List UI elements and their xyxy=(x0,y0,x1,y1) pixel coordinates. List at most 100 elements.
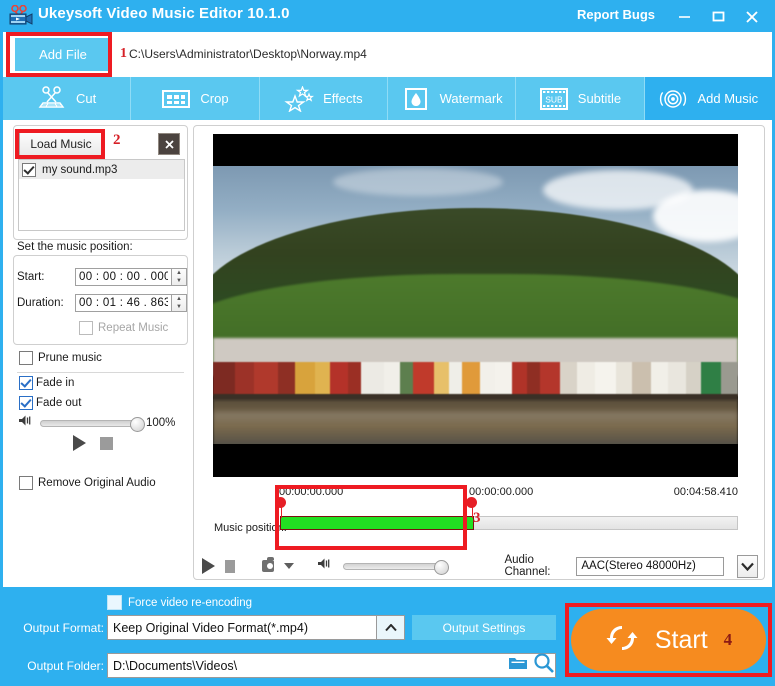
start-button[interactable]: Start 4 xyxy=(571,609,766,671)
tab-effects[interactable]: Effects xyxy=(260,77,388,120)
prune-music-checkbox[interactable] xyxy=(19,351,33,365)
tab-add-music[interactable]: Add Music xyxy=(644,77,772,120)
range-handle-left[interactable] xyxy=(275,497,286,508)
scissors-icon xyxy=(37,85,67,113)
remove-original-audio-checkbox[interactable] xyxy=(19,476,33,490)
music-position-selection[interactable] xyxy=(280,516,474,530)
output-format-value[interactable]: Keep Original Video Format(*.mp4) xyxy=(107,615,377,640)
music-position-title: Set the music position: xyxy=(17,241,133,253)
output-folder-label: Output Folder: xyxy=(27,659,104,673)
range-handle-right[interactable] xyxy=(466,497,477,508)
play-icon[interactable] xyxy=(73,435,86,451)
divider xyxy=(17,372,184,373)
waterfront-houses xyxy=(213,352,738,396)
application-window: Ukeysoft Video Music Editor 10.1.0 Repor… xyxy=(0,0,775,686)
track-checkbox[interactable] xyxy=(22,162,36,177)
close-icon[interactable] xyxy=(739,4,765,28)
fade-in-row[interactable]: Fade in xyxy=(19,376,74,390)
main-content: Load Music my sound.mp3 Set the music po… xyxy=(3,120,772,587)
tab-crop[interactable]: Crop xyxy=(131,77,260,120)
add-file-button[interactable]: Add File xyxy=(15,38,111,71)
editor-tabs: Cut Crop Effects Watermark SUB Subtitle … xyxy=(3,77,772,120)
music-volume-slider[interactable] xyxy=(40,416,145,432)
movie-camera-icon xyxy=(8,4,34,27)
duration-label: Duration: xyxy=(17,297,64,309)
tab-subtitle-label: Subtitle xyxy=(577,91,622,106)
tab-watermark[interactable]: Watermark xyxy=(388,77,517,120)
start-stepper[interactable]: ▲ ▼ xyxy=(171,268,187,286)
load-music-button[interactable]: Load Music xyxy=(19,131,103,157)
preview-volume-slider[interactable] xyxy=(343,559,450,575)
output-settings-button[interactable]: Output Settings xyxy=(412,615,556,640)
title-bar: Ukeysoft Video Music Editor 10.1.0 Repor… xyxy=(0,0,775,32)
start-field-row: Start: ▲▼ xyxy=(17,268,187,286)
tab-add-music-label: Add Music xyxy=(697,91,759,106)
tab-crop-label: Crop xyxy=(200,91,229,106)
fade-in-checkbox[interactable] xyxy=(19,376,33,390)
annotation-number-3: 3 xyxy=(473,510,481,526)
repeat-music-label: Repeat Music xyxy=(98,322,169,334)
duration-stepper[interactable]: ▲ ▼ xyxy=(171,294,187,312)
force-reencode-label: Force video re-encoding xyxy=(128,596,253,609)
repeat-music-checkbox[interactable] xyxy=(79,321,93,335)
start-input[interactable] xyxy=(75,268,171,286)
refresh-convert-icon xyxy=(605,621,639,660)
force-reencode-checkbox[interactable] xyxy=(107,595,122,610)
annotation-number-2: 2 xyxy=(113,132,121,148)
camera-icon[interactable] xyxy=(261,557,275,572)
fade-out-row[interactable]: Fade out xyxy=(19,396,81,410)
chevron-up-icon[interactable] xyxy=(377,615,405,640)
timeline-time-left: 00:00:00.000 xyxy=(279,486,344,498)
stop-icon[interactable] xyxy=(100,436,113,450)
annotation-number-1: 1 xyxy=(120,46,127,61)
crop-frame-icon xyxy=(161,85,191,113)
music-panel: Load Music my sound.mp3 Set the music po… xyxy=(13,125,188,580)
cloud xyxy=(333,168,503,196)
output-folder-value[interactable]: D:\Documents\Videos\ xyxy=(107,653,556,678)
speaker-icon xyxy=(18,414,34,432)
start-label: Start: xyxy=(17,271,45,283)
prune-music-row[interactable]: Prune music xyxy=(19,351,102,365)
fade-out-checkbox[interactable] xyxy=(19,396,33,410)
water-reflection xyxy=(213,412,738,426)
chevron-down-icon[interactable] xyxy=(737,554,758,578)
maximize-icon[interactable] xyxy=(705,4,731,28)
stars-icon xyxy=(284,85,315,113)
remove-original-audio-label: Remove Original Audio xyxy=(38,477,156,489)
slider-knob[interactable] xyxy=(130,416,145,432)
search-icon[interactable] xyxy=(533,652,555,679)
folder-icon[interactable] xyxy=(508,655,528,676)
audio-disc-icon xyxy=(658,85,688,113)
svg-text:SUB: SUB xyxy=(545,94,563,104)
tab-cut[interactable]: Cut xyxy=(3,77,132,120)
close-icon[interactable] xyxy=(158,133,180,155)
duration-input[interactable] xyxy=(75,294,171,312)
audio-channel-value[interactable]: AAC(Stereo 48000Hz) xyxy=(576,556,725,576)
chevron-down-icon[interactable] xyxy=(284,563,295,569)
list-item[interactable]: my sound.mp3 xyxy=(19,160,184,179)
music-volume-row: 100% xyxy=(18,414,175,432)
duration-field-row: Duration: ▲▼ xyxy=(17,294,187,312)
force-reencode-row[interactable]: Force video re-encoding xyxy=(107,595,252,610)
video-preview[interactable] xyxy=(213,134,738,477)
repeat-music-row[interactable]: Repeat Music xyxy=(79,321,168,335)
report-bugs-link[interactable]: Report Bugs xyxy=(577,7,655,22)
music-volume-value: 100% xyxy=(146,417,176,429)
video-frame-image xyxy=(213,166,738,444)
preview-controls: Audio Channel: AAC(Stereo 48000Hz) xyxy=(202,554,758,578)
subtitle-film-icon: SUB xyxy=(539,85,569,113)
tab-watermark-label: Watermark xyxy=(439,91,503,106)
fade-out-label: Fade out xyxy=(36,397,82,409)
stop-icon[interactable] xyxy=(225,559,236,573)
remove-original-audio-row[interactable]: Remove Original Audio xyxy=(19,476,156,490)
tab-subtitle[interactable]: SUB Subtitle xyxy=(516,77,645,120)
audio-channel-label: Audio Channel: xyxy=(504,554,551,578)
page-title: Ukeysoft Video Music Editor 10.1.0 xyxy=(38,5,290,22)
music-position-label: Music position: xyxy=(214,522,287,534)
speaker-icon xyxy=(317,557,333,575)
minimize-icon[interactable] xyxy=(671,4,697,28)
music-track-list[interactable]: my sound.mp3 xyxy=(18,159,185,231)
slider-knob[interactable] xyxy=(434,559,450,575)
timeline-time-middle: 00:00:00.000 xyxy=(469,486,534,498)
play-icon[interactable] xyxy=(202,558,215,574)
